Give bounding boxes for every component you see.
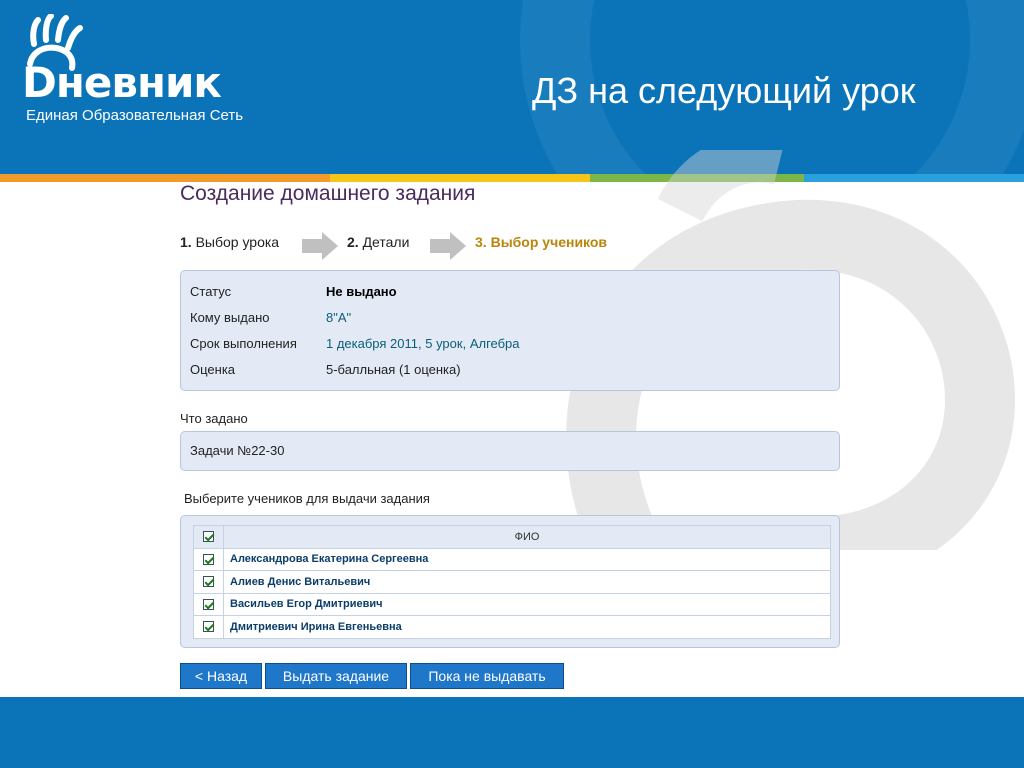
wizard-steps: 1. Выбор урока 2. Детали 3. Выбор ученик…: [180, 230, 842, 260]
step-label: Выбор урока: [195, 234, 280, 250]
step-number: 1.: [180, 234, 192, 250]
row-checkbox[interactable]: [203, 598, 214, 610]
row-checkbox[interactable]: [203, 553, 214, 565]
assigned-label: Кому выдано: [190, 310, 270, 325]
task-label: Что задано: [180, 411, 248, 426]
step-arrow-icon: [302, 232, 338, 260]
stripe-blue: [804, 174, 1024, 182]
slide-title: ДЗ на следующий урок: [532, 70, 916, 111]
row-checkbox-cell: [193, 570, 224, 594]
issue-task-button[interactable]: Выдать задание: [265, 663, 407, 689]
status-label: Статус: [190, 284, 232, 299]
table-header-row: ФИО: [193, 525, 831, 549]
students-table: ФИО Александрова Екатерина Сергеевна Али…: [193, 525, 831, 639]
logo-tagline: Единая Образовательная Сеть: [26, 107, 244, 124]
deadline-value: 1 декабря 2011, 5 урок, Алгебра: [326, 336, 520, 351]
step-number: 3.: [475, 234, 487, 250]
table-row: Александрова Екатерина Сергеевна: [193, 547, 831, 571]
table-row: Васильев Егор Дмитриевич: [193, 592, 831, 616]
deadline-date-link[interactable]: 1 декабря 2011: [326, 336, 418, 351]
student-name: Васильев Егор Дмитриевич: [223, 592, 831, 616]
back-button[interactable]: < Назад: [180, 663, 262, 689]
step-number: 2.: [347, 234, 359, 250]
color-stripes: [0, 174, 1024, 182]
row-checkbox-cell: [193, 615, 224, 639]
dnevnik-logo: Dневник Единая Образовательная Сеть: [12, 10, 272, 130]
deadline-label: Срок выполнения: [190, 336, 297, 351]
stripe-yellow: [330, 174, 590, 182]
students-label: Выберите учеников для выдачи задания: [184, 491, 430, 506]
deadline-subject: Алгебра: [469, 336, 520, 351]
hold-task-button[interactable]: Пока не выдавать: [410, 663, 564, 689]
deadline-lesson: 5 урок: [425, 336, 463, 351]
students-panel: ФИО Александрова Екатерина Сергеевна Али…: [180, 515, 840, 648]
student-name: Алиев Денис Витальевич: [223, 570, 831, 594]
logo-wordmark: Dневник: [22, 58, 222, 107]
table-row: Дмитриевич Ирина Евгеньевна: [193, 615, 831, 639]
select-all-checkbox[interactable]: [203, 531, 214, 543]
row-checkbox[interactable]: [203, 576, 214, 588]
task-panel: Задачи №22-30: [180, 431, 840, 471]
step-label: Выбор учеников: [490, 234, 608, 250]
step-arrow-icon: [430, 232, 466, 260]
grade-value: 5-балльная (1 оценка): [326, 362, 461, 377]
select-all-cell: [193, 525, 224, 549]
grade-label: Оценка: [190, 362, 236, 377]
homework-info-panel: Статус Не выдано Кому выдано 8"А" Срок в…: [180, 270, 840, 391]
slide-footer: [0, 697, 1024, 768]
step-3-active: 3. Выбор учеников: [475, 234, 607, 250]
step-2[interactable]: 2. Детали: [347, 234, 409, 250]
status-value: Не выдано: [326, 284, 397, 299]
task-text: Задачи №22-30: [190, 443, 285, 458]
row-checkbox[interactable]: [203, 621, 214, 633]
row-checkbox-cell: [193, 592, 224, 616]
stripe-green: [590, 174, 804, 182]
page-title: Создание домашнего задания: [180, 182, 476, 205]
table-row: Алиев Денис Витальевич: [193, 570, 831, 594]
student-name: Дмитриевич Ирина Евгеньевна: [223, 615, 831, 639]
step-label: Детали: [362, 234, 410, 250]
step-1[interactable]: 1. Выбор урока: [180, 234, 279, 250]
stripe-orange: [0, 174, 330, 182]
row-checkbox-cell: [193, 547, 224, 571]
fio-column-header: ФИО: [223, 525, 831, 549]
slide-header: Dневник Единая Образовательная Сеть ДЗ н…: [0, 0, 1024, 175]
assigned-class-link[interactable]: 8"А": [326, 310, 351, 325]
student-name: Александрова Екатерина Сергеевна: [223, 547, 831, 571]
